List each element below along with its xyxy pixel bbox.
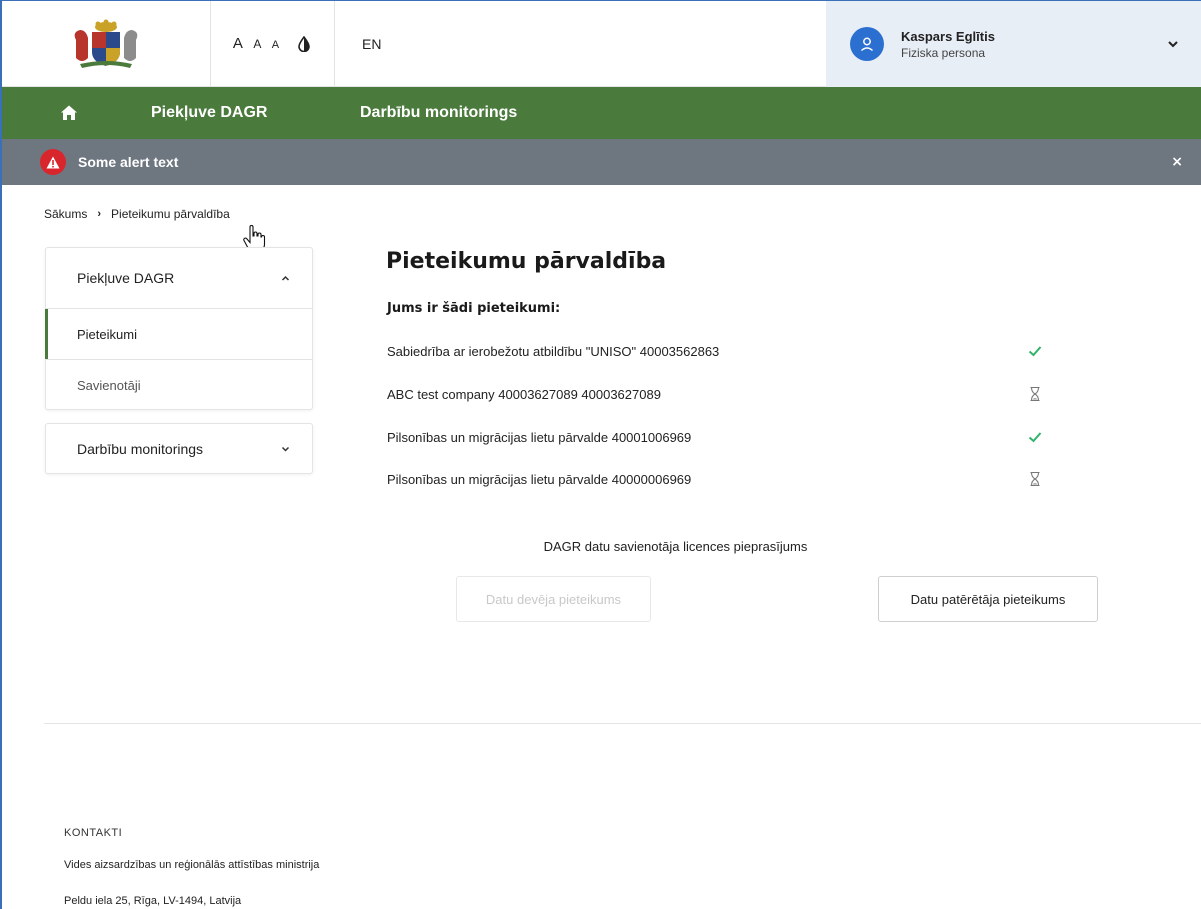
nav-item-piekluve-dagr[interactable]: Piekļuve DAGR — [151, 87, 267, 139]
font-size-small-button[interactable]: A — [272, 39, 282, 51]
accessibility-controls: A A A — [211, 1, 335, 87]
footer-divider — [44, 723, 1201, 724]
chevron-up-icon — [281, 275, 290, 281]
chevron-right-icon: › — [97, 208, 102, 220]
application-row[interactable]: Pilsonības un migrācijas lietu pārvalde … — [387, 469, 1047, 489]
user-menu[interactable]: Kaspars Eglītis Fiziska persona — [826, 1, 1201, 87]
page-title: Pieteikumu pārvaldība — [386, 249, 667, 274]
breadcrumb-current: Pieteikumu pārvaldība — [111, 207, 230, 221]
language-switch[interactable]: EN — [336, 1, 381, 87]
sidebar-item-savienotaji[interactable]: Savienotāji — [46, 360, 312, 411]
font-size-controls: A A A — [233, 35, 282, 53]
user-name: Kaspars Eglītis — [901, 28, 995, 44]
application-text: Pilsonības un migrācijas lietu pārvalde … — [387, 471, 692, 487]
sidebar-group-label: Darbību monitorings — [77, 440, 204, 457]
alert-banner: Some alert text × — [2, 139, 1201, 185]
main-navigation: Piekļuve DAGR Darbību monitorings — [2, 87, 1201, 139]
breadcrumb-home-link[interactable]: Sākums — [44, 207, 87, 221]
data-provider-application-button: Datu devēja pieteikums — [456, 576, 651, 622]
font-size-large-button[interactable]: A — [233, 35, 246, 52]
application-row[interactable]: Sabiedrība ar ierobežotu atbildību "UNIS… — [387, 341, 1047, 361]
sidebar-group-header[interactable]: Darbību monitorings — [46, 424, 312, 473]
sidebar-group-darbibu-monitorings: Darbību monitorings — [45, 423, 313, 474]
app-frame: A A A EN Kaspars Eglītis Fiziska persona — [0, 0, 1201, 909]
alert-close-button[interactable]: × — [1171, 139, 1183, 185]
warning-icon — [40, 149, 66, 175]
user-info: Kaspars Eglītis Fiziska persona — [901, 29, 995, 60]
font-size-medium-button[interactable]: A — [253, 37, 264, 51]
avatar — [850, 27, 884, 61]
approved-check-icon — [1028, 432, 1042, 443]
applications-subtitle: Jums ir šādi pieteikumi: — [387, 301, 561, 316]
chevron-down-icon[interactable] — [1167, 39, 1179, 49]
footer-contacts-heading: KONTAKTI — [64, 827, 123, 839]
approved-check-icon — [1028, 346, 1042, 357]
pending-hourglass-icon — [1030, 386, 1040, 402]
breadcrumb: Sākums › Pieteikumu pārvaldība — [44, 207, 230, 221]
alert-text: Some alert text — [78, 154, 179, 170]
sidebar-group-label: Piekļuve DAGR — [77, 270, 175, 286]
application-text: ABC test company 40003627089 40003627089 — [387, 386, 661, 402]
application-row[interactable]: ABC test company 40003627089 40003627089 — [387, 384, 1047, 404]
application-row[interactable]: Pilsonības un migrācijas lietu pārvalde … — [387, 427, 1047, 447]
chevron-down-icon — [281, 446, 290, 452]
footer-address: Peldu iela 25, Rīga, LV-1494, Latvija — [64, 895, 242, 907]
logo[interactable] — [2, 1, 211, 87]
footer-organization: Vides aizsardzības un reģionālās attīstī… — [64, 859, 320, 871]
license-request-title: DAGR datu savienotāja licences pieprasīj… — [543, 539, 808, 554]
contrast-drop-icon[interactable] — [296, 36, 312, 52]
sidebar-group-piekluve-dagr: Piekļuve DAGR Pieteikumi Savienotāji — [45, 247, 313, 410]
home-icon[interactable] — [60, 104, 78, 122]
data-consumer-application-button[interactable]: Datu patērētāja pieteikums — [878, 576, 1098, 622]
nav-item-darbibu-monitorings[interactable]: Darbību monitorings — [360, 87, 517, 139]
application-text: Pilsonības un migrācijas lietu pārvalde … — [387, 429, 692, 445]
pending-hourglass-icon — [1030, 471, 1040, 487]
sidebar-item-pieteikumi[interactable]: Pieteikumi — [45, 309, 312, 360]
top-header: A A A EN Kaspars Eglītis Fiziska persona — [2, 1, 1201, 87]
sidebar-group-header[interactable]: Piekļuve DAGR — [46, 248, 312, 309]
user-icon — [860, 37, 874, 52]
coat-of-arms-icon — [74, 19, 138, 68]
user-role: Fiziska persona — [901, 45, 986, 60]
application-text: Sabiedrība ar ierobežotu atbildību "UNIS… — [387, 343, 720, 359]
